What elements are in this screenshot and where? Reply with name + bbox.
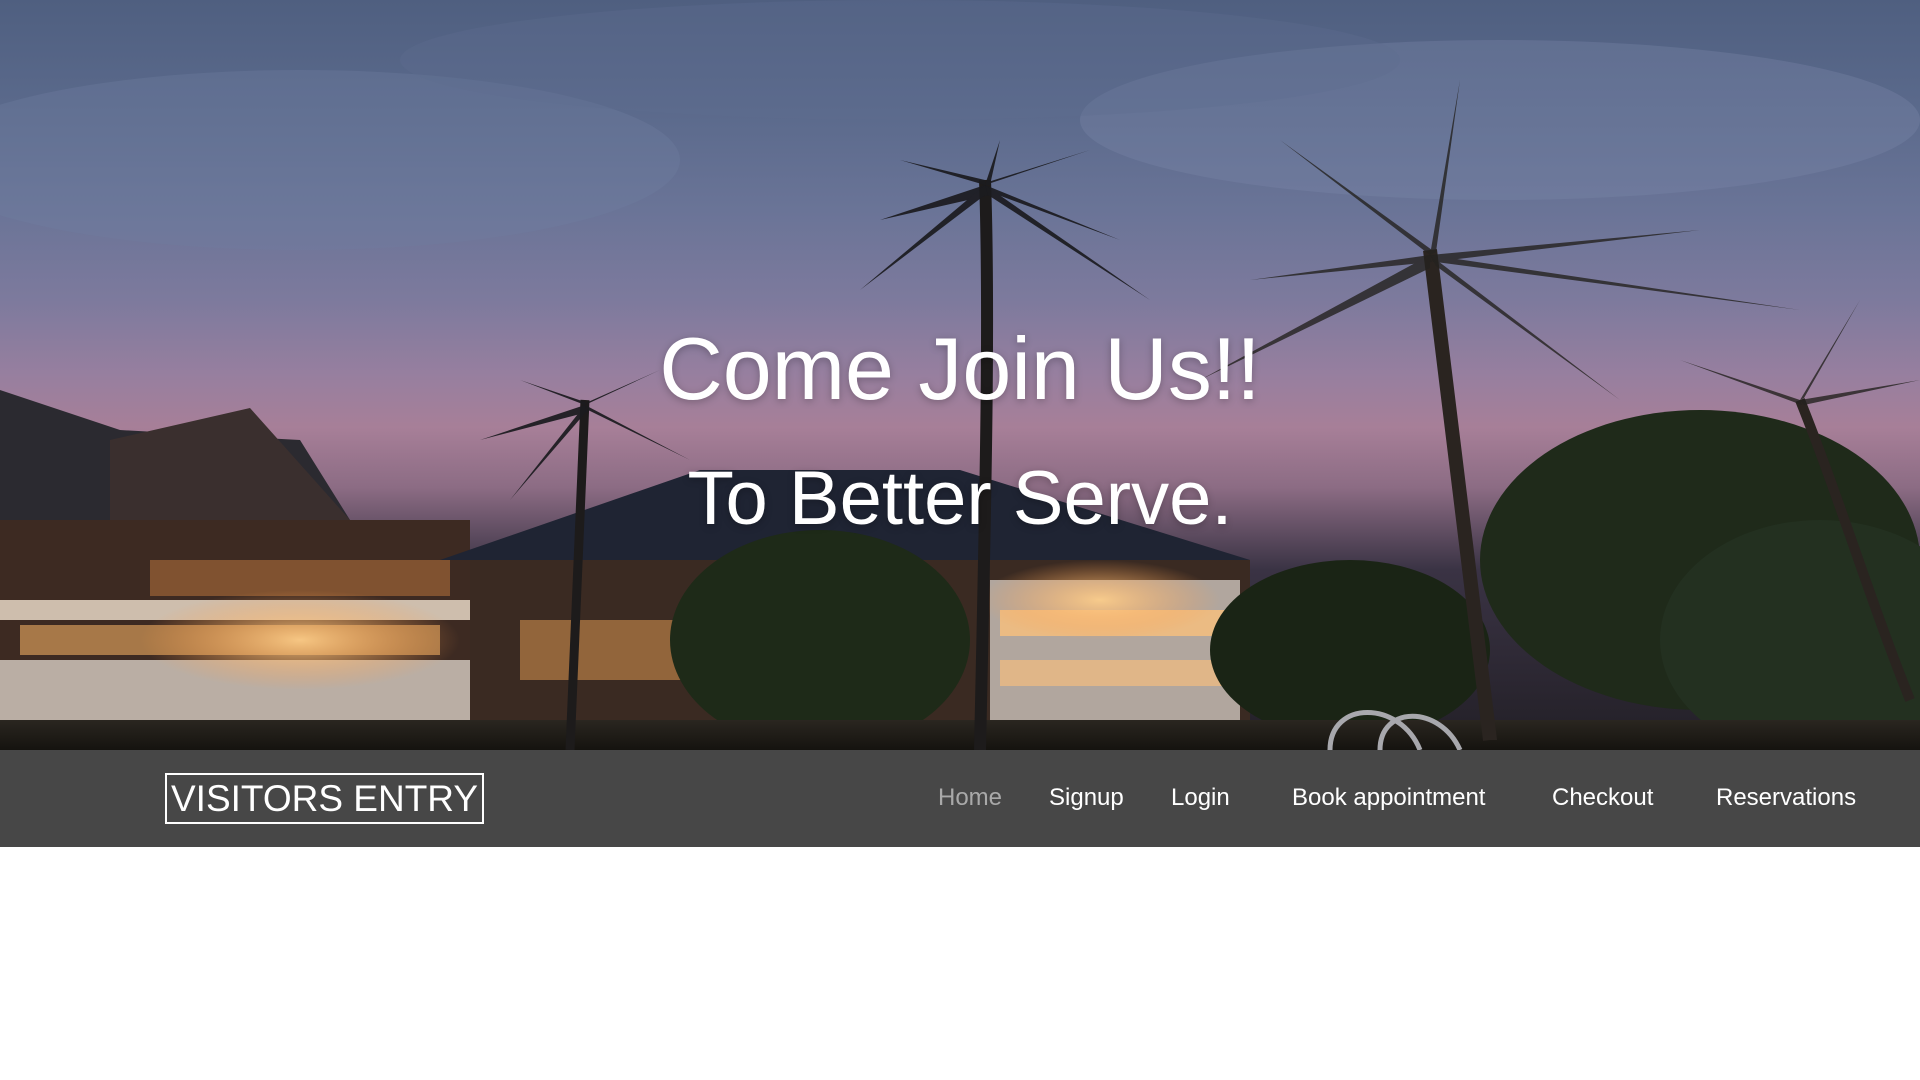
brand-logo-link[interactable]: VISITORS ENTRY bbox=[165, 773, 485, 824]
hero-subtitle: To Better Serve. bbox=[687, 456, 1233, 541]
nav-book-appointment-link[interactable]: Book appointment bbox=[1292, 782, 1485, 814]
main-navbar: VISITORS ENTRY Home Signup Login Book ap… bbox=[0, 750, 1920, 847]
main-content-area bbox=[0, 847, 1920, 1080]
hero-title: Come Join Us!! bbox=[659, 319, 1261, 418]
nav-reservations-link[interactable]: Reservations bbox=[1716, 782, 1856, 814]
nav-login-link[interactable]: Login bbox=[1171, 782, 1230, 814]
nav-signup-link[interactable]: Signup bbox=[1049, 782, 1124, 814]
nav-checkout-link[interactable]: Checkout bbox=[1552, 782, 1653, 814]
nav-home-link[interactable]: Home bbox=[938, 782, 1002, 814]
hero-banner: Come Join Us!! To Better Serve. bbox=[0, 0, 1920, 750]
